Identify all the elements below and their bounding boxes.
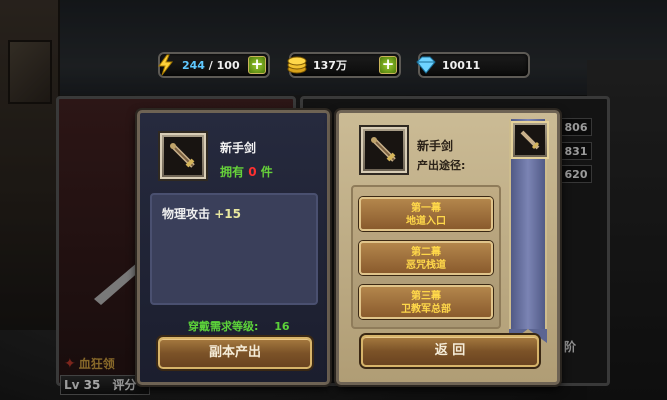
item-info-panel: 新手剑 拥有 0 件 物理攻击 +15 穿戴需求等级: 16 副本产出 bbox=[137, 110, 330, 385]
energy-plus-button[interactable]: + bbox=[248, 56, 266, 74]
energy-value: 244 / 100 bbox=[182, 58, 240, 72]
diamond-icon bbox=[414, 53, 438, 77]
gems-resource: 10011 bbox=[416, 52, 530, 78]
attribute-line: 物理攻击 +15 bbox=[162, 207, 241, 221]
source-item-name: 新手剑 bbox=[417, 139, 454, 153]
energy-resource: 244 / 100 + bbox=[158, 52, 270, 78]
source-item-stage-2[interactable]: 第二幕 恶咒栈道 bbox=[359, 241, 493, 275]
gold-plus-button[interactable]: + bbox=[379, 56, 397, 74]
gold-resource: 137万 + bbox=[287, 52, 401, 78]
lightning-icon bbox=[154, 53, 178, 77]
item-owned-count: 拥有 0 件 bbox=[220, 165, 273, 179]
equip-level-requirement: 穿戴需求等级: 16 bbox=[188, 320, 290, 333]
item-attributes-box: 物理攻击 +15 bbox=[150, 193, 318, 305]
banner-item-icon bbox=[511, 121, 549, 159]
sword-icon bbox=[164, 137, 202, 175]
dungeon-drop-button[interactable]: 副本产出 bbox=[158, 337, 312, 369]
gold-value: 137万 bbox=[313, 59, 347, 72]
source-label: 产出途径: bbox=[417, 159, 466, 172]
source-item-stage-3[interactable]: 第三幕 卫教军总部 bbox=[359, 285, 493, 319]
gems-value: 10011 bbox=[442, 58, 481, 72]
item-name: 新手剑 bbox=[220, 141, 257, 155]
sword-icon bbox=[365, 131, 403, 169]
source-item-icon-frame bbox=[361, 127, 407, 173]
gold-coins-icon bbox=[285, 53, 309, 77]
item-source-panel: 新手剑 产出途径: 第一幕 地道入口 第二幕 恶咒栈道 第三幕 卫教军总部 返 … bbox=[336, 110, 560, 385]
item-icon-frame bbox=[160, 133, 206, 179]
source-item-stage-1[interactable]: 第一幕 地道入口 bbox=[359, 197, 493, 231]
sword-icon bbox=[515, 125, 545, 155]
back-button[interactable]: 返 回 bbox=[361, 335, 539, 367]
source-list: 第一幕 地道入口 第二幕 恶咒栈道 第三幕 卫教军总部 bbox=[351, 185, 501, 329]
